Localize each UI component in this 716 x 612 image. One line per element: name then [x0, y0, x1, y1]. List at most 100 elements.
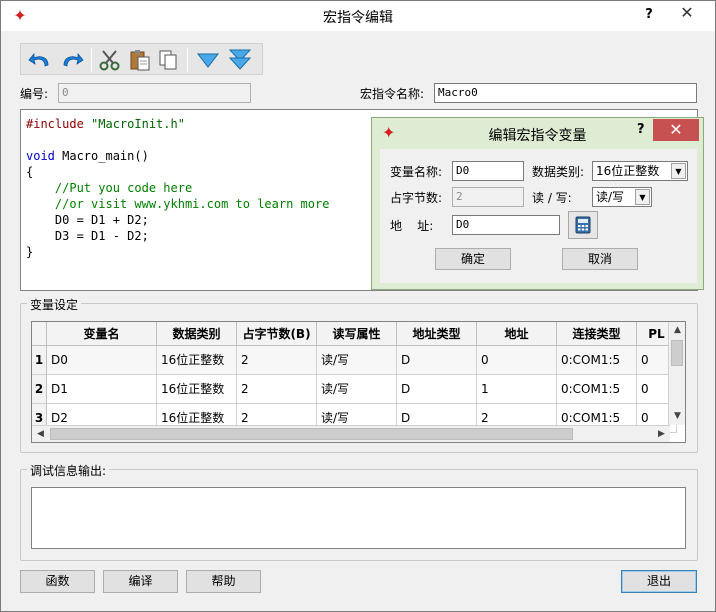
edit-variable-dialog: ✦ 编辑宏指令变量 ? ✕ 变量名称: D0 数据类别: 16位正整数 ▼ 占字…: [371, 117, 704, 290]
code-token: void: [26, 149, 55, 163]
table-header-cell[interactable]: 占字节数(B): [237, 322, 317, 346]
chevron-down-icon[interactable]: ▼: [635, 189, 650, 205]
bytes-field[interactable]: 2: [452, 187, 524, 207]
calculator-icon: [575, 216, 591, 234]
number-label: 编号:: [20, 87, 49, 101]
cut-icon: [99, 50, 120, 71]
table-cell[interactable]: 读/写: [317, 375, 397, 404]
table-cell[interactable]: 16位正整数: [157, 375, 237, 404]
scroll-up-icon[interactable]: ▲: [669, 322, 685, 339]
table-cell[interactable]: D0: [47, 346, 157, 375]
number-field[interactable]: 0: [58, 83, 251, 103]
table-cell[interactable]: D: [397, 375, 477, 404]
help-button[interactable]: 帮助: [186, 570, 261, 593]
window-title: 宏指令编辑: [323, 10, 393, 26]
toolbar: [20, 43, 263, 75]
code-line: #include "MacroInit.h": [26, 116, 185, 132]
code-token: D0 = D1 + D2;: [26, 213, 149, 227]
code-line: D3 = D1 - D2;: [26, 228, 149, 244]
table-vertical-scrollbar[interactable]: ▲ ▼: [668, 322, 685, 425]
macro-editor-window: ✦ 宏指令编辑 ? ✕ 编号: 0 宏指令名称: Macro0 #include…: [0, 0, 716, 612]
redo-button[interactable]: [59, 47, 85, 73]
scroll-right-icon[interactable]: ▶: [653, 426, 670, 442]
move-bottom-button[interactable]: [227, 47, 253, 73]
table-cell[interactable]: 2: [237, 375, 317, 404]
debug-group-title: 调试信息输出:: [27, 462, 110, 479]
rw-value: 读/写: [596, 190, 625, 204]
paste-button[interactable]: [127, 47, 153, 73]
compile-button[interactable]: 编译: [103, 570, 178, 593]
scroll-thumb[interactable]: [50, 428, 573, 440]
table-header-cell[interactable]: 连接类型: [557, 322, 637, 346]
dialog-cancel-button[interactable]: 取消: [562, 248, 638, 270]
table-cell[interactable]: D: [397, 346, 477, 375]
undo-button[interactable]: [27, 47, 53, 73]
table-row-header[interactable]: 1: [32, 346, 47, 375]
rw-label: 读 / 写:: [532, 191, 572, 205]
move-down-button[interactable]: [195, 47, 221, 73]
exit-button[interactable]: 退出: [621, 570, 697, 593]
data-type-value: 16位正整数: [596, 164, 660, 178]
title-bar: ✦ 宏指令编辑 ? ✕: [1, 1, 715, 31]
table-cell[interactable]: 16位正整数: [157, 346, 237, 375]
address-label: 地 址:: [390, 219, 434, 233]
table-cell[interactable]: 0:COM1:5: [557, 346, 637, 375]
table-row-header[interactable]: 2: [32, 375, 47, 404]
table-cell[interactable]: 读/写: [317, 346, 397, 375]
table-cell[interactable]: 0: [477, 346, 557, 375]
table-cell[interactable]: 2: [237, 346, 317, 375]
copy-button[interactable]: [155, 47, 181, 73]
table-header-cell[interactable]: 读写属性: [317, 322, 397, 346]
code-line: D0 = D1 + D2;: [26, 212, 149, 228]
dialog-ok-button[interactable]: 确定: [435, 248, 511, 270]
scroll-down-icon[interactable]: ▼: [669, 408, 685, 425]
rw-select[interactable]: 读/写 ▼: [592, 187, 652, 207]
function-button[interactable]: 函数: [20, 570, 95, 593]
code-line: void Macro_main(): [26, 148, 149, 164]
address-field[interactable]: D0: [452, 215, 560, 235]
paste-icon: [130, 50, 150, 71]
table-cell[interactable]: 0:COM1:5: [557, 375, 637, 404]
var-name-field[interactable]: D0: [452, 161, 524, 181]
table-header-cell[interactable]: 地址类型: [397, 322, 477, 346]
data-type-select[interactable]: 16位正整数 ▼: [592, 161, 688, 181]
macro-name-label: 宏指令名称:: [360, 87, 425, 101]
code-line: }: [26, 244, 33, 260]
variables-group-title: 变量设定: [27, 296, 82, 313]
toolbar-separator: [187, 48, 188, 72]
address-picker-button[interactable]: [568, 211, 598, 239]
dialog-help-button[interactable]: ?: [637, 122, 645, 137]
var-name-label: 变量名称:: [390, 165, 443, 179]
table-horizontal-scrollbar[interactable]: ◀ ▶: [32, 425, 670, 442]
table-cell[interactable]: D1: [47, 375, 157, 404]
table-corner[interactable]: [32, 322, 47, 346]
chevron-down-icon[interactable]: ▼: [671, 163, 686, 179]
code-line: {: [26, 164, 33, 180]
debug-output[interactable]: [31, 487, 686, 549]
code-token: //Put you code here: [26, 181, 193, 195]
scroll-thumb[interactable]: [671, 340, 683, 366]
cut-button[interactable]: [97, 47, 123, 73]
undo-icon: [28, 52, 49, 67]
code-token: D3 = D1 - D2;: [26, 229, 149, 243]
code-line: //Put you code here: [26, 180, 192, 196]
code-token: #include: [26, 117, 84, 131]
move-down-icon: [196, 53, 220, 68]
table-header-cell[interactable]: 变量名: [47, 322, 157, 346]
table-cell[interactable]: 1: [477, 375, 557, 404]
macro-name-field[interactable]: Macro0: [434, 83, 697, 103]
table-header-cell[interactable]: 数据类别: [157, 322, 237, 346]
help-title-button[interactable]: ?: [639, 5, 659, 25]
dialog-close-button[interactable]: ✕: [653, 119, 699, 141]
data-type-label: 数据类别:: [532, 165, 585, 179]
code-token: {: [26, 165, 34, 179]
table-header-cell[interactable]: 地址: [477, 322, 557, 346]
code-token: "MacroInit.h": [91, 117, 185, 131]
variables-table: 0 0:COM1:5 2 D 读/写 2 16位正整数 D2 3 0 0:COM1:5 1 D 读/写 2 1…: [31, 321, 686, 443]
code-line: //or visit www.ykhmi.com to learn more: [26, 196, 330, 212]
dialog-title-bar: ✦ 编辑宏指令变量 ? ✕: [372, 118, 703, 148]
copy-icon: [159, 50, 177, 70]
close-button[interactable]: ✕: [665, 3, 709, 25]
scroll-left-icon[interactable]: ◀: [32, 426, 49, 442]
